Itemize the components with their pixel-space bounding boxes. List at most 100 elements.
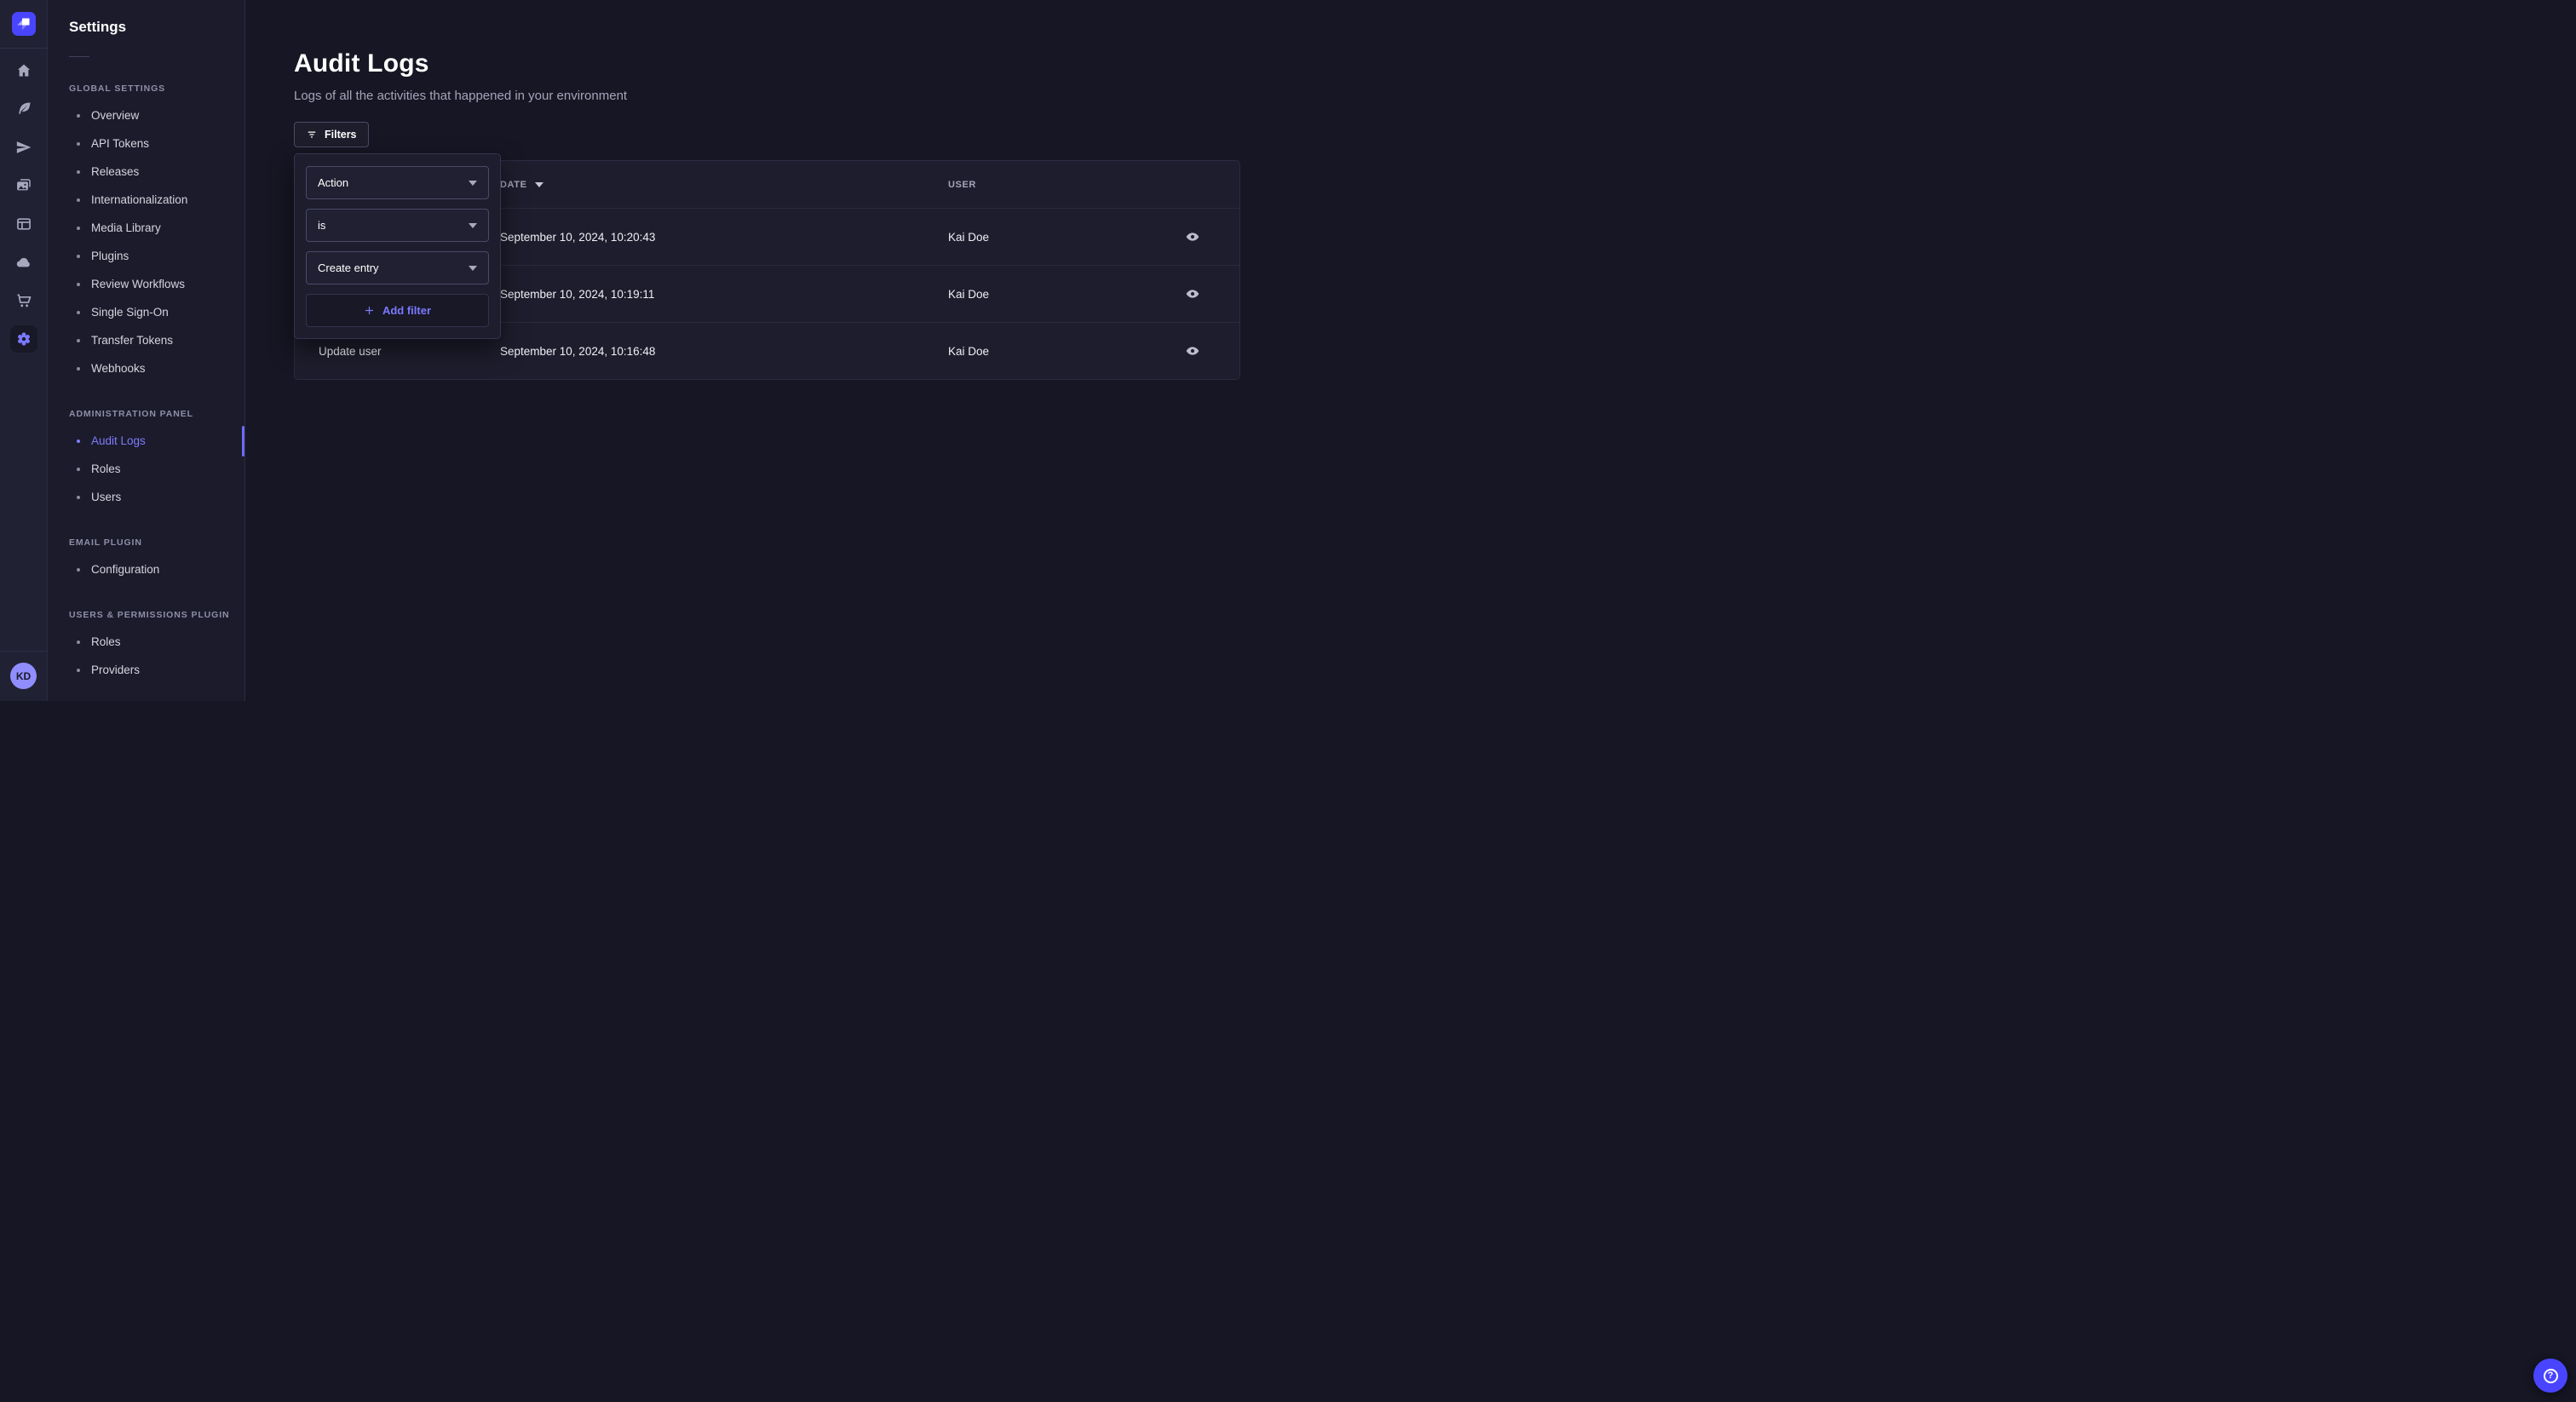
rail-bottom: KD (0, 651, 47, 701)
cell-user: Kai Doe (924, 288, 1146, 301)
plus-icon (364, 305, 375, 316)
chevron-down-icon (469, 181, 477, 186)
sidebar-nav-item[interactable]: Configuration (48, 555, 244, 583)
sidebar-nav-item[interactable]: Users (48, 483, 244, 511)
bullet-icon (77, 367, 80, 371)
gear-icon (15, 330, 32, 348)
bullet-icon (77, 311, 80, 314)
filter-field-value: Action (318, 176, 348, 189)
settings-nav: GLOBAL SETTINGS Overview API Tokens Rele… (48, 83, 244, 684)
nav-deploy[interactable] (14, 252, 34, 273)
cart-icon (15, 292, 32, 309)
cloud-icon (15, 254, 32, 271)
nav-item-label: Media Library (91, 221, 161, 234)
pictures-icon (15, 177, 32, 194)
cell-actions (1146, 226, 1239, 248)
bullet-icon (77, 669, 80, 672)
sidebar-nav-item[interactable]: Audit Logs (48, 427, 244, 455)
cell-date: September 10, 2024, 10:16:48 (476, 345, 924, 358)
sidebar-nav-item[interactable]: Media Library (48, 214, 244, 242)
sidebar-nav-item[interactable]: Single Sign-On (48, 298, 244, 326)
sidebar-nav-item[interactable]: Review Workflows (48, 270, 244, 298)
sidebar-nav-item[interactable]: Webhooks (48, 354, 244, 382)
strapi-logo[interactable] (0, 0, 47, 49)
column-header-date[interactable]: DATE (476, 180, 924, 190)
nav-item-label: Single Sign-On (91, 306, 169, 319)
add-filter-button[interactable]: Add filter (306, 294, 489, 327)
cell-user: Kai Doe (924, 345, 1146, 358)
nav-content-manager[interactable] (14, 99, 34, 119)
sidebar-nav-item[interactable]: Overview (48, 101, 244, 129)
main-content: Audit Logs Logs of all the activities th… (245, 0, 1288, 701)
nav-item-list: Roles Providers (48, 628, 244, 684)
add-filter-label: Add filter (382, 304, 431, 317)
nav-media-library[interactable] (14, 175, 34, 196)
nav-item-label: Review Workflows (91, 278, 185, 290)
sidebar-nav-item[interactable]: Roles (48, 455, 244, 483)
sidebar-nav-item[interactable]: API Tokens (48, 129, 244, 158)
bullet-icon (77, 339, 80, 342)
nav-home[interactable] (14, 60, 34, 81)
column-header-label: DATE (500, 180, 527, 190)
filters-popover: Action is Create entry Add filter (294, 153, 501, 339)
nav-item-label: Webhooks (91, 362, 146, 375)
layout-icon (15, 215, 32, 233)
cell-actions (1146, 340, 1239, 362)
sidebar-title: Settings (69, 19, 244, 36)
bullet-icon (77, 440, 80, 443)
nav-content-type-builder[interactable] (14, 214, 34, 234)
strapi-admin-app: KD Settings GLOBAL SETTINGS Overview API… (0, 0, 1288, 701)
nav-item-label: Releases (91, 165, 139, 178)
view-details-button[interactable] (1182, 340, 1204, 362)
filters-button[interactable]: Filters (294, 122, 369, 147)
sidebar-nav-item[interactable]: Providers (48, 656, 244, 684)
eye-icon (1185, 343, 1200, 359)
nav-item-list: Audit Logs Roles Users (48, 427, 244, 511)
section-label: USERS & PERMISSIONS PLUGIN (69, 610, 244, 620)
sidebar-nav-item[interactable]: Releases (48, 158, 244, 186)
sidebar-nav-item[interactable]: Roles (48, 628, 244, 656)
strapi-logo-icon (12, 12, 36, 36)
nav-item-label: Audit Logs (91, 434, 146, 447)
page-header: Audit Logs Logs of all the activities th… (294, 49, 1240, 103)
user-avatar[interactable]: KD (10, 663, 37, 689)
nav-item-label: Overview (91, 109, 139, 122)
nav-settings[interactable] (10, 325, 37, 353)
bullet-icon (77, 170, 80, 174)
nav-section-email-plugin: EMAIL PLUGIN Configuration (48, 537, 244, 583)
cell-user: Kai Doe (924, 231, 1146, 244)
chevron-down-icon (469, 266, 477, 271)
column-header-label: USER (948, 180, 976, 190)
filter-operator-select[interactable]: is (306, 209, 489, 242)
nav-item-list: Configuration (48, 555, 244, 583)
sidebar-nav-item[interactable]: Plugins (48, 242, 244, 270)
filter-field-select[interactable]: Action (306, 166, 489, 199)
view-details-button[interactable] (1182, 226, 1204, 248)
sidebar-nav-item[interactable]: Transfer Tokens (48, 326, 244, 354)
eye-icon (1185, 229, 1200, 244)
filter-value-value: Create entry (318, 261, 379, 274)
nav-item-label: Configuration (91, 563, 159, 576)
nav-releases[interactable] (14, 137, 34, 158)
bullet-icon (77, 198, 80, 202)
filter-value-select[interactable]: Create entry (306, 251, 489, 284)
sidebar-nav-item[interactable]: Internationalization (48, 186, 244, 214)
paper-plane-icon (15, 139, 32, 156)
chevron-down-icon (469, 223, 477, 228)
filter-operator-value: is (318, 219, 325, 232)
nav-item-label: Roles (91, 635, 121, 648)
view-details-button[interactable] (1182, 283, 1204, 305)
section-label: GLOBAL SETTINGS (69, 83, 244, 94)
cell-date: September 10, 2024, 10:20:43 (476, 231, 924, 244)
bullet-icon (77, 114, 80, 118)
help-button[interactable]: ? (2533, 1359, 2567, 1393)
nav-item-label: Users (91, 491, 121, 503)
bullet-icon (77, 255, 80, 258)
nav-marketplace[interactable] (14, 290, 34, 311)
section-label: EMAIL PLUGIN (69, 537, 244, 548)
title-divider (69, 56, 89, 57)
page-subtitle: Logs of all the activities that happened… (294, 89, 1240, 103)
cell-actions (1146, 283, 1239, 305)
column-header-user[interactable]: USER (924, 180, 1146, 190)
filters-button-label: Filters (325, 129, 357, 141)
